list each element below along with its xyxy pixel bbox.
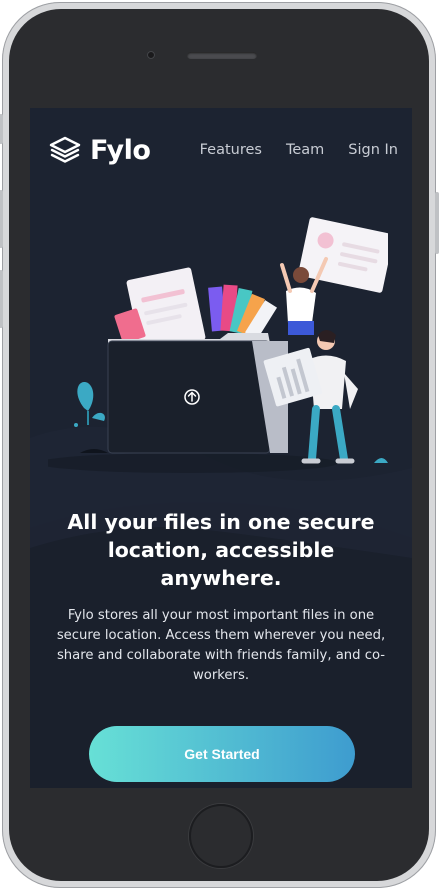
phone-volume-up-button bbox=[0, 190, 3, 248]
front-camera bbox=[147, 51, 155, 59]
person-icon bbox=[280, 257, 328, 335]
nav-link-sign-in[interactable]: Sign In bbox=[348, 142, 398, 158]
nav-links: Features Team Sign In bbox=[200, 142, 398, 158]
phone-volume-down-button bbox=[0, 270, 3, 328]
phone-mute-switch bbox=[0, 114, 3, 144]
brand-name: Fylo bbox=[90, 134, 151, 166]
hero-description: Fylo stores all your most important file… bbox=[56, 608, 386, 683]
phone-power-button bbox=[435, 192, 439, 254]
app-screen: Fylo Features Team Sign In All your file… bbox=[30, 108, 412, 788]
hero-title: All your files in one secure location, a… bbox=[67, 510, 375, 590]
home-button[interactable] bbox=[189, 804, 253, 868]
color-swatches-icon bbox=[208, 284, 278, 340]
plant-icon bbox=[74, 382, 112, 453]
get-started-button[interactable]: Get Started bbox=[89, 726, 355, 782]
raised-document-icon bbox=[298, 217, 388, 293]
nav-link-features[interactable]: Features bbox=[200, 142, 262, 158]
top-navigation: Fylo Features Team Sign In bbox=[48, 132, 398, 168]
nav-link-team[interactable]: Team bbox=[286, 142, 324, 158]
brand-logo[interactable]: Fylo bbox=[48, 134, 151, 166]
stacked-layers-icon bbox=[49, 136, 81, 163]
phone-frame: Fylo Features Team Sign In All your file… bbox=[0, 2, 439, 888]
hero-illustration bbox=[48, 217, 388, 473]
phone-speaker bbox=[187, 52, 257, 59]
